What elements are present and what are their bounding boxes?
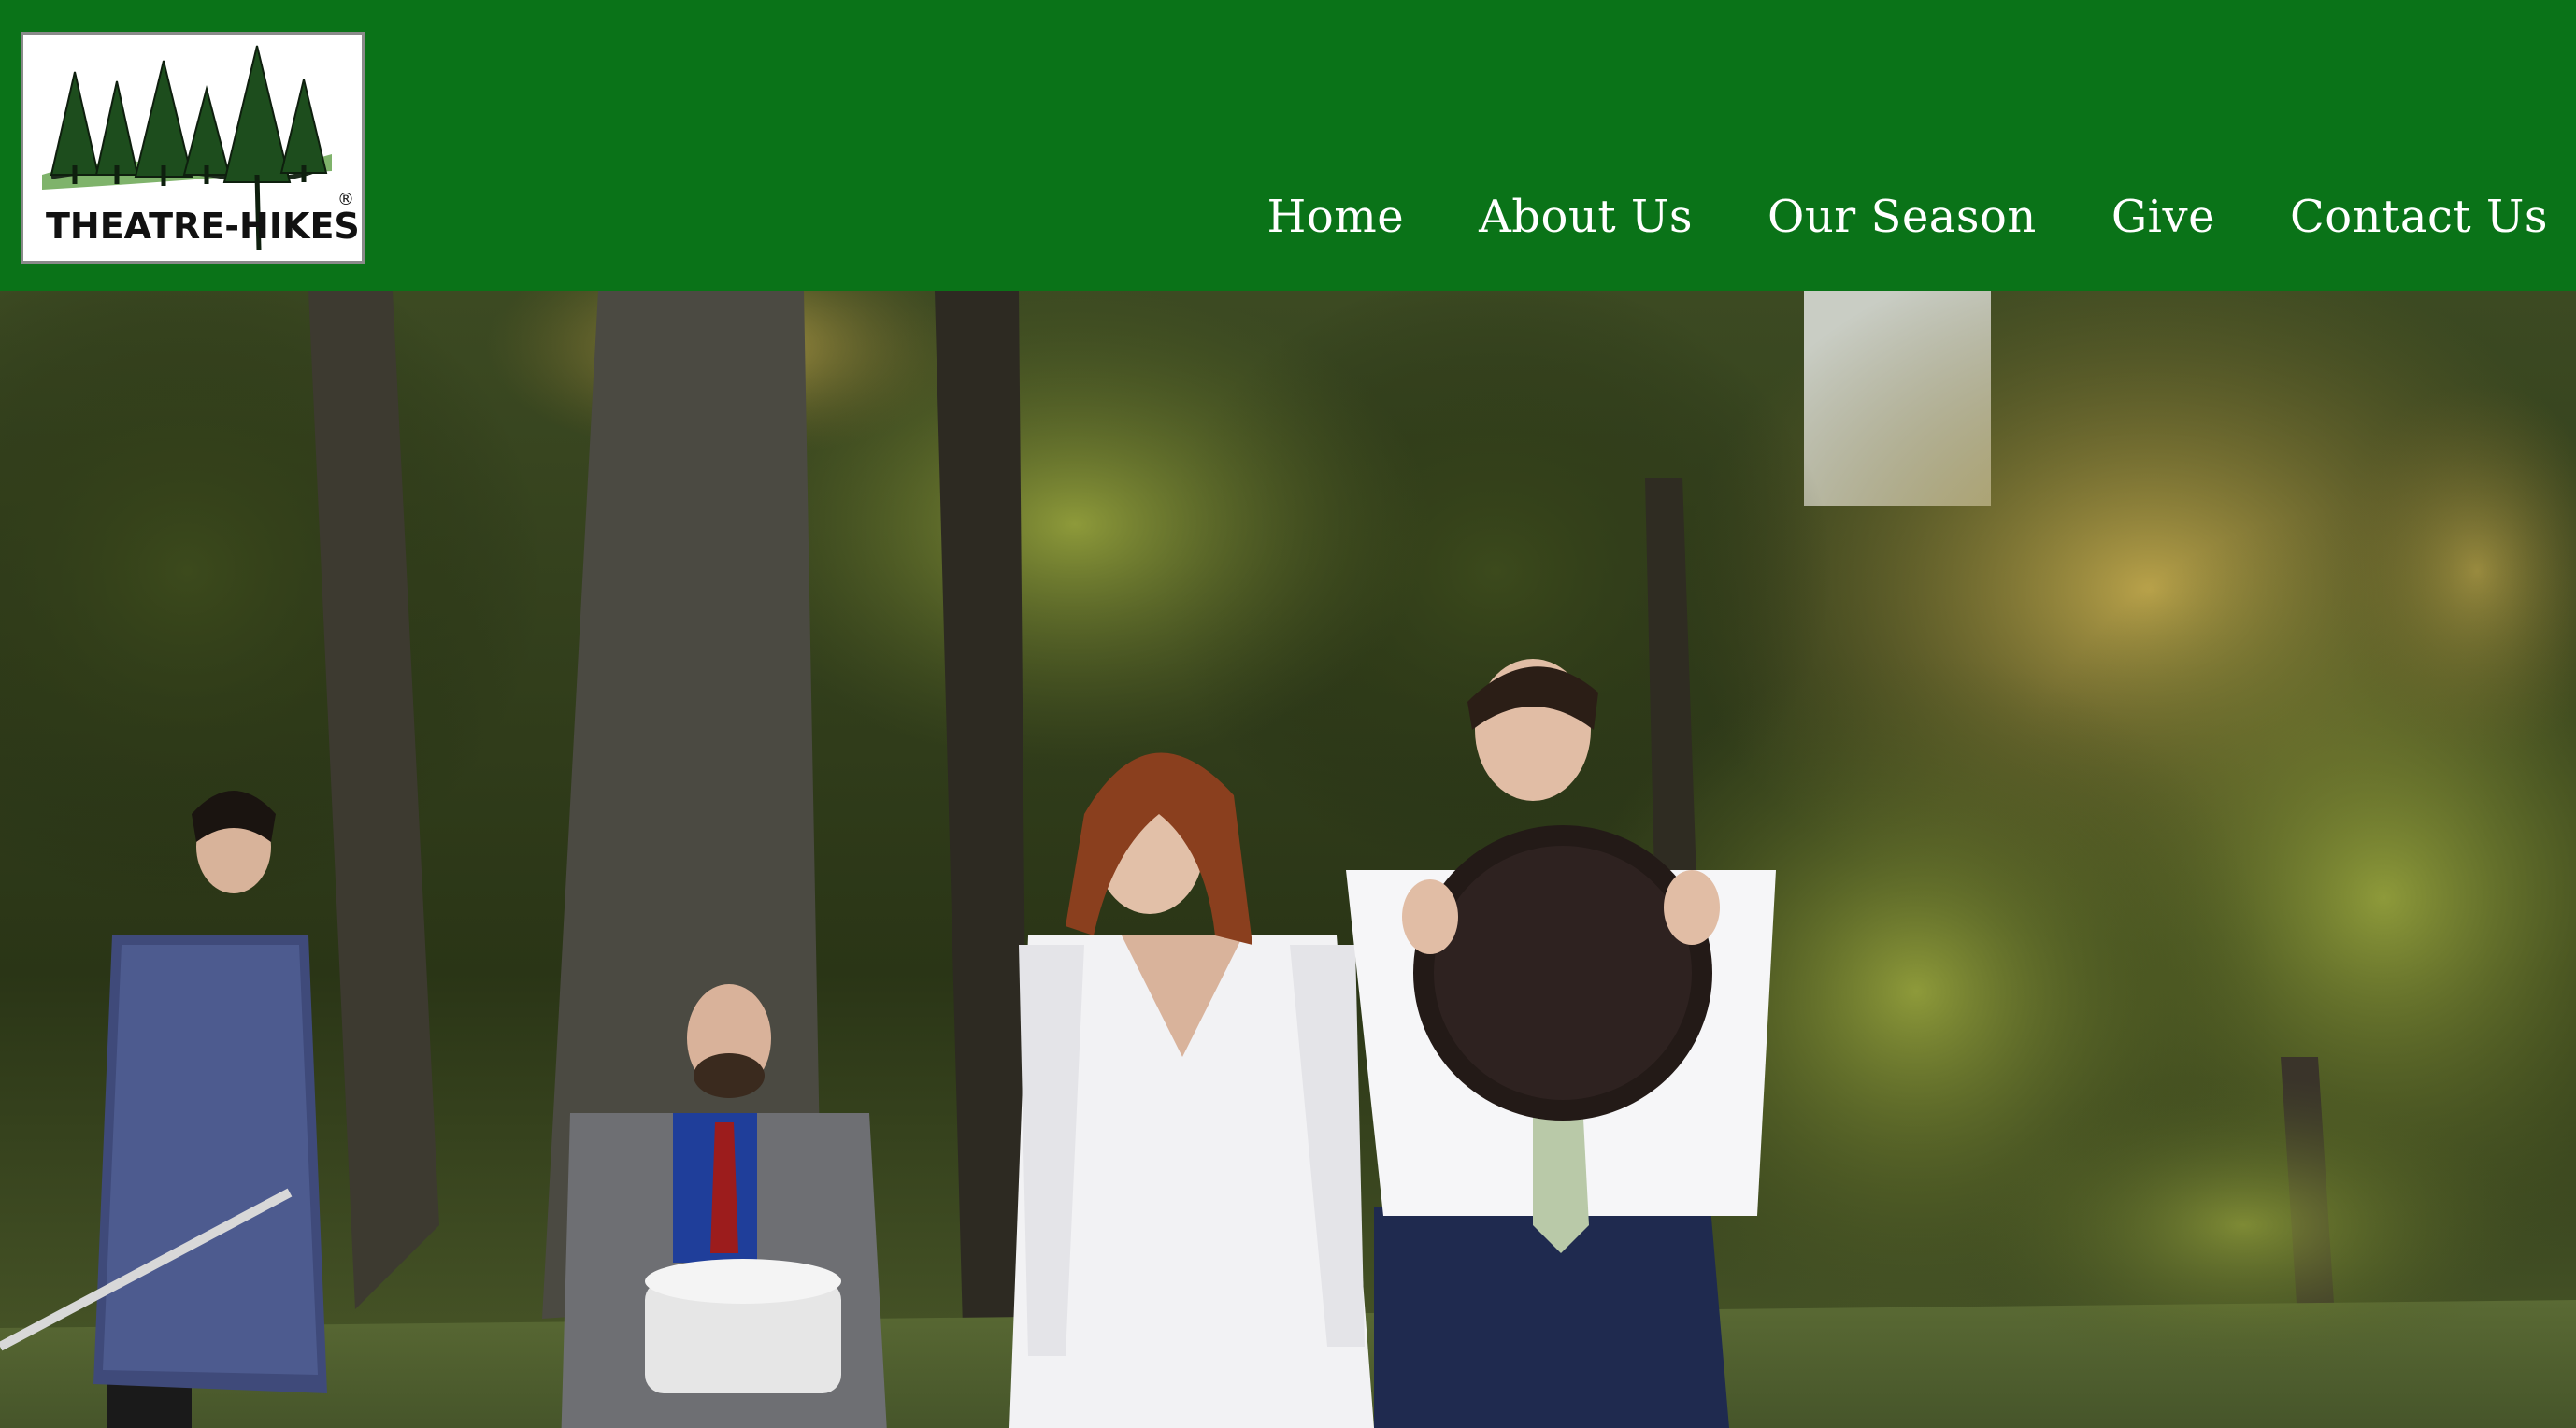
site-header: THEATRE-HIKES ® Home About Us Our Season… — [0, 0, 2576, 291]
registered-mark: ® — [337, 190, 354, 209]
hero-image — [0, 291, 2576, 1428]
nav-give[interactable]: Give — [2111, 191, 2215, 243]
pine-trees-icon: THEATRE-HIKES ® — [42, 45, 360, 250]
main-nav: Home About Us Our Season Give Contact Us — [1267, 183, 2548, 250]
nav-contact-us[interactable]: Contact Us — [2290, 191, 2548, 243]
theatre-hikes-logo[interactable]: THEATRE-HIKES ® — [21, 32, 365, 264]
cast-photo — [0, 291, 2576, 1428]
nav-about-us[interactable]: About Us — [1479, 191, 1693, 243]
nav-home[interactable]: Home — [1267, 191, 1404, 243]
logo-text: THEATRE-HIKES — [46, 206, 360, 247]
nav-our-season[interactable]: Our Season — [1767, 191, 2037, 243]
